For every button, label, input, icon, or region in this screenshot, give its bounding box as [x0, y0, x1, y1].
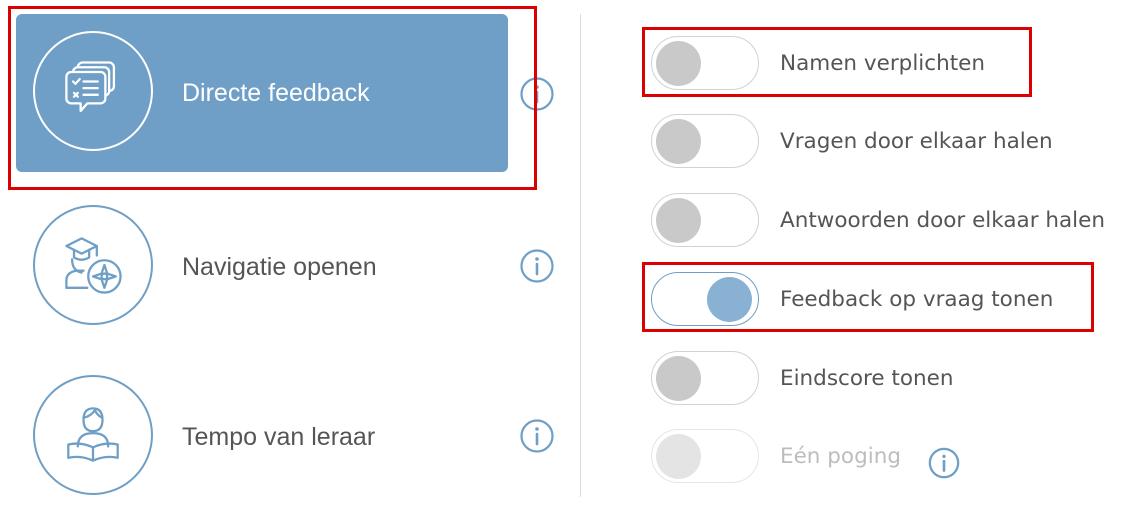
teacher-book-icon — [67, 407, 119, 462]
mode-label: Navigatie openen — [182, 252, 377, 281]
option-antwoorden-door-elkaar-halen: Antwoorden door elkaar halen — [651, 193, 1141, 249]
toggle-knob — [656, 41, 701, 86]
mode-navigatie-openen[interactable]: Navigatie openen — [16, 188, 508, 346]
toggle-switch[interactable] — [651, 351, 759, 405]
toggle-knob — [656, 434, 701, 479]
mode-icon-circle — [33, 205, 153, 325]
info-icon[interactable] — [927, 446, 961, 480]
option-label: Namen verplichten — [780, 50, 986, 76]
info-icon[interactable] — [519, 76, 555, 112]
mode-label: Tempo van leraar — [182, 422, 376, 451]
option-eindscore-tonen: Eindscore tonen — [651, 351, 1141, 407]
toggle-switch[interactable] — [651, 114, 759, 168]
option-label: Vragen door elkaar halen — [780, 128, 1053, 154]
toggle-switch — [651, 429, 759, 483]
feedback-cards-icon — [65, 61, 116, 113]
mode-directe-feedback[interactable]: Directe feedback — [16, 14, 508, 172]
info-icon[interactable] — [519, 418, 555, 454]
option-label: Antwoorden door elkaar halen — [780, 207, 1106, 233]
student-compass-icon — [65, 237, 122, 294]
mode-tempo-van-leraar[interactable]: Tempo van leraar — [16, 358, 508, 516]
option-namen-verplichten: Namen verplichten — [651, 36, 1141, 92]
toggle-knob — [707, 277, 752, 322]
mode-label: Directe feedback — [182, 78, 370, 107]
toggle-switch[interactable] — [651, 193, 759, 247]
column-divider — [580, 14, 581, 497]
option-vragen-door-elkaar-halen: Vragen door elkaar halen — [651, 114, 1141, 170]
toggle-switch[interactable] — [651, 272, 759, 326]
option-label: Feedback op vraag tonen — [780, 286, 1054, 312]
toggle-switch[interactable] — [651, 36, 759, 90]
toggle-knob — [656, 198, 701, 243]
toggle-knob — [656, 119, 701, 164]
option-een-poging: Eén poging — [651, 429, 1141, 485]
toggle-knob — [656, 356, 701, 401]
mode-icon-circle — [33, 31, 153, 151]
option-feedback-op-vraag-tonen: Feedback op vraag tonen — [651, 272, 1141, 328]
info-icon[interactable] — [519, 248, 555, 284]
mode-icon-circle — [33, 375, 153, 495]
option-label: Eindscore tonen — [780, 365, 954, 391]
option-label: Eén poging — [780, 443, 901, 469]
